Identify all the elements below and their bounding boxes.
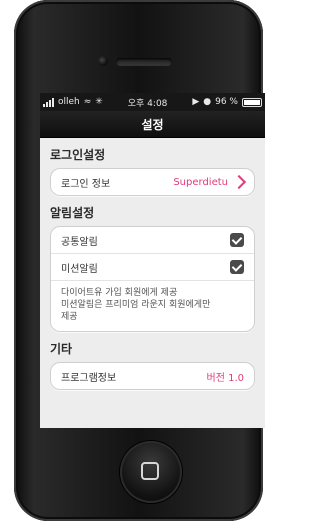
chevron-right-icon [231, 174, 247, 190]
alerts-card: 공통알림 미션알림 다이어트유 가입 회원에게 제공 미션알림은 프리미엄 라운… [50, 226, 255, 332]
alerts-note: 다이어트유 가입 회원에게 제공 미션알림은 프리미엄 라운지 회원에게만 제공 [51, 280, 254, 331]
wifi-icon: ≈ [83, 97, 92, 107]
status-time: 오후 4:08 [127, 98, 168, 109]
phone-device: olleh ≈ ✳ 오후 4:08 ▶ ● 96 % 설정 로그인설정 로그인 … [14, 0, 265, 521]
program-info-label: 프로그램정보 [61, 372, 117, 384]
program-info-row[interactable]: 프로그램정보 버전 1.0 [51, 363, 254, 389]
section-title-alerts: 알림설정 [50, 206, 95, 220]
battery-percent: 96 % [215, 97, 238, 107]
status-left: olleh ≈ ✳ [43, 97, 103, 107]
mission-alert-row[interactable]: 미션알림 [51, 253, 254, 280]
common-alert-label: 공통알림 [61, 236, 98, 248]
login-card: 로그인 정보 Superdietu [50, 168, 255, 196]
battery-icon [241, 97, 262, 107]
alerts-note-line-1: 다이어트유 가입 회원에게 제공 [61, 288, 178, 298]
login-info-label: 로그인 정보 [61, 178, 111, 190]
login-info-value-wrap: Superdietu [173, 174, 247, 190]
carrier-label: olleh [58, 97, 80, 107]
section-title-etc: 기타 [50, 342, 73, 356]
mission-alert-checkbox[interactable] [230, 260, 244, 274]
alerts-note-line-2: 미션알림은 프리미엄 라운지 회원에게만 [61, 300, 211, 310]
login-info-value: Superdietu [173, 176, 228, 188]
status-bar: olleh ≈ ✳ 오후 4:08 ▶ ● 96 % [40, 93, 265, 111]
page-title: 설정 [141, 117, 164, 132]
location-arrow-icon: ▶ [192, 97, 200, 107]
program-version: 버전 1.0 [206, 372, 244, 384]
section-title-login: 로그인설정 [50, 148, 106, 162]
spinner-icon: ✳ [95, 97, 103, 107]
phone-screen: olleh ≈ ✳ 오후 4:08 ▶ ● 96 % 설정 로그인설정 로그인 … [40, 93, 265, 428]
common-alert-checkbox[interactable] [230, 233, 244, 247]
front-camera [98, 56, 108, 66]
alerts-note-line-3: 제공 [61, 312, 78, 322]
alarm-icon: ● [203, 97, 212, 107]
status-right: ▶ ● 96 % [192, 97, 262, 107]
earpiece-speaker [116, 58, 172, 66]
login-info-row[interactable]: 로그인 정보 Superdietu [51, 169, 254, 195]
home-button-icon[interactable] [120, 441, 182, 503]
home-square-icon [141, 462, 159, 480]
signal-bars-icon [43, 97, 54, 107]
etc-card: 프로그램정보 버전 1.0 [50, 362, 255, 390]
common-alert-row[interactable]: 공통알림 [51, 227, 254, 253]
mission-alert-label: 미션알림 [61, 263, 98, 275]
nav-bar: 설정 [40, 111, 265, 138]
